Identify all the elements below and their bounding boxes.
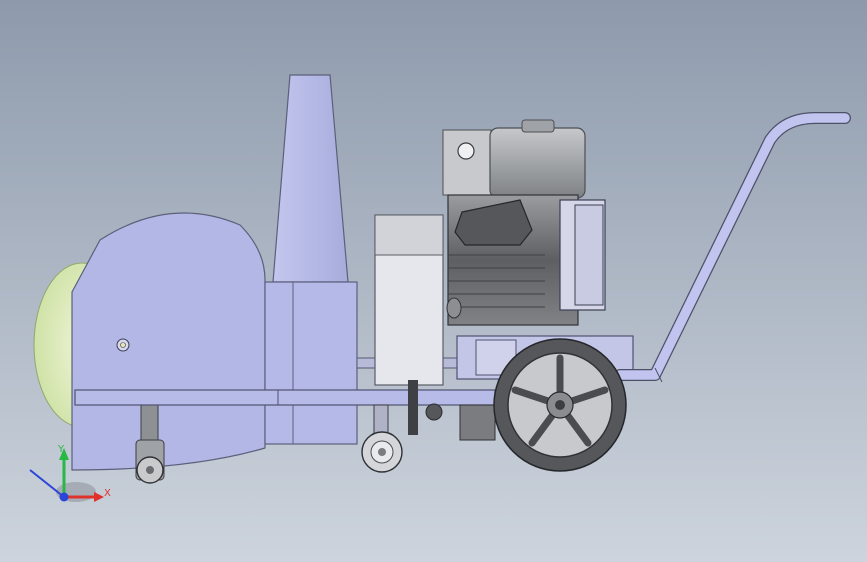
x-axis-label: X (104, 488, 111, 499)
rear-wheel (493, 338, 627, 472)
engine-mount-plate (442, 129, 492, 196)
y-axis-label: Y (57, 444, 65, 455)
blade-guard (71, 212, 266, 471)
chute-base-block (264, 281, 358, 445)
fuel-tank (489, 127, 586, 199)
front-caster-stem (140, 404, 159, 446)
cad-graphics-viewport[interactable]: Y X (0, 0, 867, 562)
model-view-svg[interactable]: Y X (0, 0, 867, 562)
drive-chain (408, 380, 418, 435)
triad-origin (59, 492, 69, 502)
main-frame-rail (74, 389, 496, 406)
